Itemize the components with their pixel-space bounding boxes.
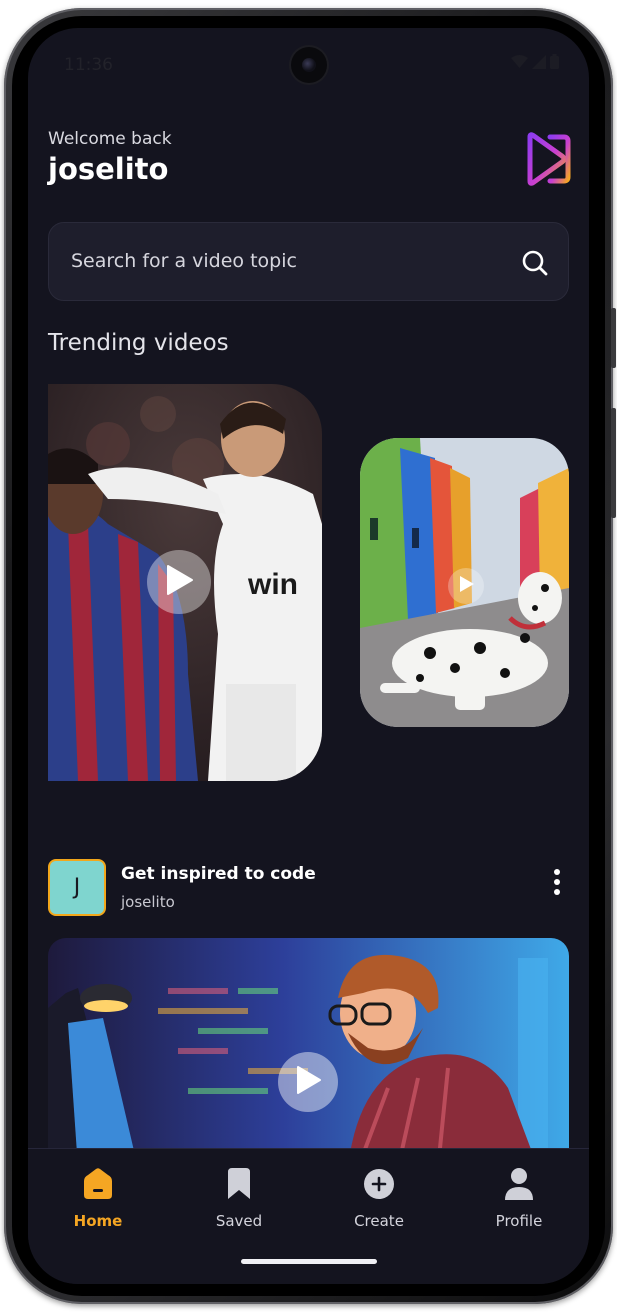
home-icon [82, 1167, 114, 1201]
post-video-thumbnail[interactable] [48, 938, 569, 1168]
nav-item-profile[interactable]: Profile [469, 1167, 569, 1230]
app-logo-icon [522, 131, 572, 187]
post-author[interactable]: joselito [121, 893, 175, 911]
nav-label-create: Create [354, 1212, 404, 1230]
status-bar: 11:36 [28, 28, 589, 98]
nav-label-profile: Profile [495, 1212, 543, 1230]
play-icon [164, 564, 194, 600]
search-icon[interactable] [520, 248, 550, 278]
user-icon [503, 1167, 535, 1201]
front-camera [291, 47, 327, 83]
trending-title: Trending videos [48, 330, 229, 356]
play-button[interactable] [278, 1052, 338, 1112]
trending-video-card[interactable] [360, 438, 569, 727]
nav-label-home: Home [73, 1212, 123, 1230]
post-header: J Get inspired to code joselito [48, 858, 569, 918]
wifi-icon [511, 54, 528, 73]
status-icons [511, 54, 559, 73]
play-icon [294, 1065, 322, 1099]
plus-circle-icon [363, 1167, 395, 1201]
play-button[interactable] [448, 568, 484, 604]
nav-item-saved[interactable]: Saved [189, 1167, 289, 1230]
welcome-text: Welcome back [48, 129, 172, 149]
username: joselito [48, 152, 169, 186]
signal-icon [532, 54, 546, 73]
nav-item-create[interactable]: Create [329, 1167, 429, 1230]
bookmark-icon [223, 1167, 255, 1201]
search-input[interactable]: Search for a video topic [71, 250, 297, 272]
trending-video-card[interactable]: win [48, 384, 322, 781]
search-bar[interactable]: Search for a video topic [48, 222, 569, 301]
volume-button [611, 308, 616, 368]
svg-text:win: win [247, 568, 298, 601]
power-button [611, 408, 616, 518]
app-screen: 11:36 Welcome back joselito Search for a… [28, 28, 589, 1284]
play-icon [457, 575, 475, 597]
battery-icon [550, 54, 559, 73]
play-button[interactable] [147, 550, 211, 614]
avatar[interactable]: J [48, 859, 106, 916]
more-options-icon[interactable] [553, 868, 561, 896]
status-time: 11:36 [64, 55, 113, 75]
nav-label-saved: Saved [215, 1212, 263, 1230]
nav-item-home[interactable]: Home [48, 1167, 148, 1230]
home-indicator[interactable] [241, 1259, 377, 1264]
post-title[interactable]: Get inspired to code [121, 864, 316, 884]
